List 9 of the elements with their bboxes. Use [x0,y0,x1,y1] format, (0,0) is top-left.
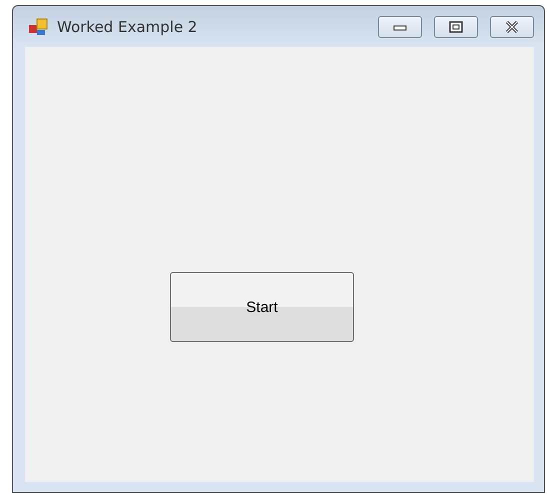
maximize-icon [449,20,463,32]
minimize-button[interactable] [378,16,422,38]
maximize-button[interactable] [434,16,478,38]
minimize-icon [393,22,407,30]
close-icon [505,20,519,32]
start-button[interactable]: Start [170,272,354,342]
window-title: Worked Example 2 [57,18,198,36]
close-button[interactable] [490,16,534,38]
app-icon [29,16,49,36]
